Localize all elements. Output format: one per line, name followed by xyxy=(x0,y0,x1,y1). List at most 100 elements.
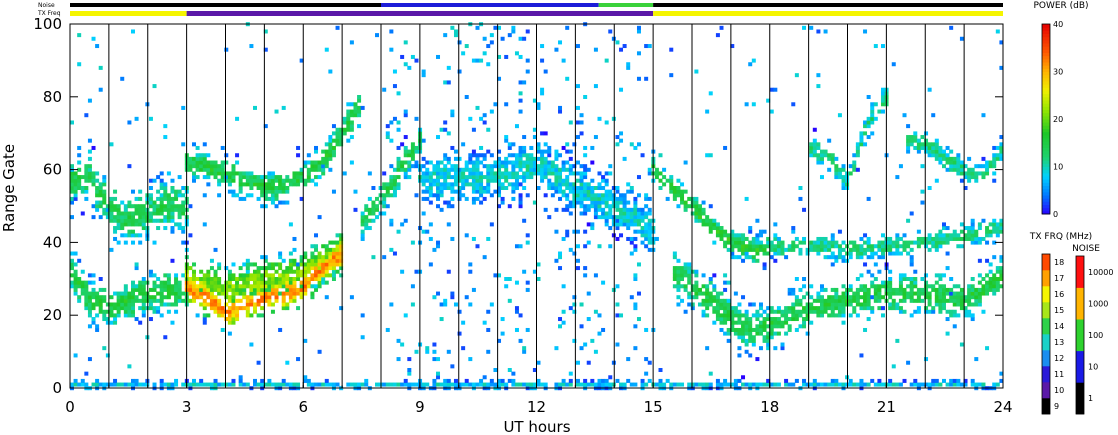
heatmap-cell xyxy=(568,204,573,209)
heatmap-cell xyxy=(880,102,885,107)
heatmap-cell xyxy=(260,298,265,303)
heatmap-cell xyxy=(798,186,803,190)
heatmap-cell xyxy=(217,298,222,303)
heatmap-cell xyxy=(866,287,871,292)
heatmap-cell xyxy=(898,236,903,241)
heatmap-cell xyxy=(324,273,329,278)
heatmap-cell xyxy=(357,382,362,387)
heatmap-cell xyxy=(425,189,430,194)
heatmap-cell xyxy=(396,120,401,125)
heatmap-cell xyxy=(540,149,545,154)
heatmap-cell xyxy=(346,127,351,132)
heatmap-cell xyxy=(296,266,301,271)
heatmap-cell xyxy=(364,204,369,209)
heatmap-cell xyxy=(224,309,229,314)
heatmap-cell xyxy=(601,175,606,180)
heatmap-cell xyxy=(292,175,297,180)
heatmap-cell xyxy=(267,284,272,289)
heatmap-cell xyxy=(274,291,279,296)
heatmap-cell xyxy=(256,196,261,201)
power-colorbar-step xyxy=(1042,166,1050,171)
heatmap-cell xyxy=(367,207,372,212)
heatmap-cell xyxy=(773,382,778,387)
heatmap-cell xyxy=(942,291,946,296)
heatmap-cell xyxy=(733,309,738,314)
heatmap-cell xyxy=(475,164,480,169)
heatmap-cell xyxy=(166,171,171,176)
heatmap-cell xyxy=(489,382,494,387)
heatmap-cell xyxy=(773,233,778,238)
heatmap-cell xyxy=(597,200,602,205)
heatmap-cell xyxy=(174,193,179,198)
heatmap-cell xyxy=(913,135,918,140)
heatmap-cell xyxy=(647,207,652,212)
heatmap-cell xyxy=(834,382,839,387)
heatmap-cell xyxy=(156,218,161,223)
heatmap-cell xyxy=(428,182,433,187)
heatmap-cell xyxy=(109,295,114,300)
freq-scale-title: TX FRQ (MHz) xyxy=(1029,232,1092,242)
heatmap-cell xyxy=(249,193,254,198)
heatmap-cell xyxy=(242,284,247,289)
heatmap-cell xyxy=(636,76,641,81)
heatmap-cell xyxy=(762,317,767,322)
heatmap-cell xyxy=(407,382,412,387)
heatmap-cell xyxy=(475,160,480,165)
heatmap-cell xyxy=(166,277,171,281)
heatmap-cell xyxy=(558,171,563,176)
heatmap-cell xyxy=(385,327,390,332)
heatmap-cell xyxy=(443,302,448,307)
heatmap-cell xyxy=(755,382,760,387)
heatmap-cell xyxy=(920,145,925,150)
heatmap-cell xyxy=(672,255,677,260)
heatmap-cell xyxy=(758,327,763,332)
heatmap-cell xyxy=(647,171,652,176)
heatmap-cell xyxy=(152,207,157,212)
heatmap-cell xyxy=(895,233,900,238)
power-tick-label: 20 xyxy=(1053,115,1063,124)
heatmap-cell xyxy=(479,178,484,183)
heatmap-cell xyxy=(166,273,171,278)
heatmap-cell xyxy=(195,284,200,289)
heatmap-cell xyxy=(880,280,885,285)
heatmap-cell xyxy=(410,153,415,158)
heatmap-cell xyxy=(231,178,236,183)
heatmap-cell xyxy=(550,193,555,198)
heatmap-cell xyxy=(927,309,932,314)
heatmap-cell xyxy=(970,218,975,223)
heatmap-cell xyxy=(335,131,340,136)
heatmap-cell xyxy=(70,178,74,183)
heatmap-cell xyxy=(267,287,272,292)
heatmap-cell xyxy=(916,142,921,147)
heatmap-cell xyxy=(880,284,885,289)
heatmap-cell xyxy=(87,295,92,300)
heatmap-cell xyxy=(199,167,204,172)
heatmap-cell xyxy=(206,313,211,318)
heatmap-cell xyxy=(428,178,433,183)
heatmap-cell xyxy=(317,266,322,271)
heatmap-cell xyxy=(586,291,591,296)
heatmap-cell xyxy=(159,171,164,176)
heatmap-cell xyxy=(331,251,336,256)
heatmap-cell xyxy=(471,153,476,158)
heatmap-cell xyxy=(877,247,882,252)
heatmap-cell xyxy=(690,196,695,201)
heatmap-cell xyxy=(737,240,742,245)
heatmap-cell xyxy=(87,280,92,285)
heatmap-cell xyxy=(324,156,329,161)
heatmap-cell xyxy=(514,309,519,314)
heatmap-cell xyxy=(281,280,286,285)
heatmap-cell xyxy=(288,222,293,227)
heatmap-cell xyxy=(916,149,921,154)
heatmap-cell xyxy=(131,229,135,234)
heatmap-cell xyxy=(586,182,591,187)
heatmap-cell xyxy=(159,291,164,296)
heatmap-cell xyxy=(267,378,272,383)
heatmap-cell xyxy=(224,171,229,176)
heatmap-cell xyxy=(317,167,322,172)
heatmap-cell xyxy=(880,251,885,256)
heatmap-cell xyxy=(615,302,620,307)
heatmap-cell xyxy=(231,193,236,198)
heatmap-cell xyxy=(977,302,982,307)
heatmap-cell xyxy=(708,204,713,209)
